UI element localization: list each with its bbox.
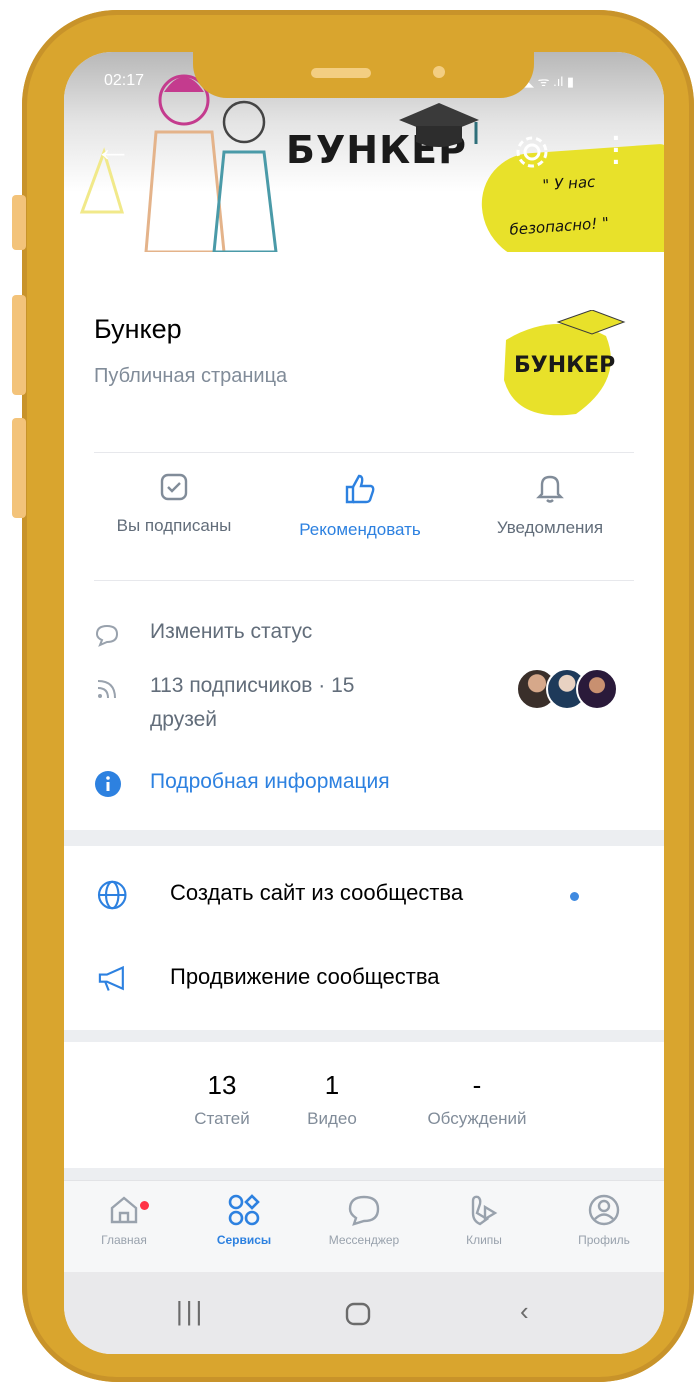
cover-slogan: " У нас безопасно! " bbox=[478, 143, 664, 267]
home-icon bbox=[110, 1196, 138, 1224]
checkbox-checked-icon bbox=[160, 473, 188, 501]
tab-profile-label: Профиль bbox=[578, 1233, 630, 1247]
logo-text: БУНКЕР bbox=[514, 353, 615, 378]
articles-count: 13 bbox=[207, 1070, 237, 1100]
tab-profile[interactable]: Профиль bbox=[544, 1193, 664, 1247]
graduation-cap-icon bbox=[399, 103, 479, 147]
divider bbox=[94, 580, 634, 581]
recommend-button[interactable]: Рекомендовать bbox=[270, 472, 450, 540]
tab-services[interactable]: Сервисы bbox=[184, 1193, 304, 1247]
home-button-icon[interactable] bbox=[344, 1302, 374, 1326]
change-status-row[interactable]: Изменить статус bbox=[94, 620, 494, 650]
slogan-line-1: " У нас bbox=[541, 172, 596, 195]
tab-messenger[interactable]: Мессенджер bbox=[304, 1193, 424, 1247]
promotion-label: Продвижение сообщества bbox=[170, 964, 440, 989]
videos-stat[interactable]: 1 Видео bbox=[290, 1070, 374, 1129]
settings-gear-icon[interactable] bbox=[512, 132, 552, 172]
status-time: 02:17 bbox=[104, 72, 145, 89]
clips-icon bbox=[471, 1195, 498, 1226]
articles-stat[interactable]: 13 Статей bbox=[176, 1070, 268, 1129]
articles-label: Статей bbox=[194, 1109, 250, 1128]
videos-label: Видео bbox=[307, 1109, 357, 1128]
rss-icon bbox=[97, 680, 116, 699]
videos-count: 1 bbox=[324, 1070, 340, 1100]
notifications-button[interactable]: Уведомления bbox=[460, 472, 640, 538]
speaker bbox=[311, 68, 371, 78]
tab-services-label: Сервисы bbox=[216, 1233, 272, 1247]
camera-notch bbox=[193, 52, 534, 98]
info-circle-icon bbox=[95, 771, 121, 797]
detailed-info-row[interactable]: Подробная информация bbox=[94, 770, 514, 800]
promotion-item[interactable]: Продвижение сообщества bbox=[94, 964, 574, 998]
tab-clips-label: Клипы bbox=[466, 1233, 502, 1247]
megaphone-icon bbox=[98, 965, 124, 991]
menu-card bbox=[64, 846, 664, 1030]
detailed-info-label: Подробная информация bbox=[150, 770, 390, 793]
page-type: Публичная страница bbox=[94, 365, 288, 387]
subscribed-button[interactable]: Вы подписаны bbox=[84, 472, 264, 536]
community-name: Бункер bbox=[94, 314, 182, 344]
recent-apps-icon[interactable]: ||| bbox=[176, 1296, 205, 1327]
discussions-count: - bbox=[472, 1070, 482, 1100]
notification-dot bbox=[140, 1201, 149, 1210]
friends-count: друзей bbox=[150, 708, 217, 731]
more-options-icon[interactable]: · · · bbox=[612, 124, 621, 176]
speech-bubble-icon bbox=[95, 624, 119, 647]
tab-home[interactable]: Главная bbox=[64, 1193, 184, 1247]
discussions-label: Обсуждений bbox=[427, 1109, 527, 1128]
create-site-label: Создать сайт из сообщества bbox=[170, 880, 464, 905]
globe-icon bbox=[97, 880, 127, 910]
front-camera bbox=[433, 66, 445, 78]
avatar bbox=[576, 668, 618, 710]
notifications-label: Уведомления bbox=[496, 518, 604, 537]
friends-avatars[interactable] bbox=[516, 668, 636, 710]
subscribed-label: Вы подписаны bbox=[116, 516, 232, 535]
back-button-icon[interactable]: ‹ bbox=[520, 1296, 529, 1327]
bottom-tab-bar: Главная Сервисы Мессенджер Клипы Профиль bbox=[64, 1180, 664, 1273]
discussions-stat[interactable]: - Обсуждений bbox=[402, 1070, 552, 1129]
recommend-label: Рекомендовать bbox=[299, 520, 421, 539]
side-button-2 bbox=[12, 295, 26, 395]
system-navigation-bar: ||| ‹ bbox=[64, 1272, 664, 1354]
services-grid-icon bbox=[228, 1194, 260, 1226]
followers-row[interactable]: 113 подписчиков · 15 друзей bbox=[94, 674, 494, 738]
slogan-line-2: безопасно! " bbox=[508, 213, 610, 239]
back-arrow-icon[interactable]: ← bbox=[94, 130, 132, 168]
side-button-3 bbox=[12, 418, 26, 518]
followers-count: 113 подписчиков · 15 bbox=[150, 674, 355, 697]
profile-icon bbox=[588, 1194, 620, 1226]
tab-home-label: Главная bbox=[101, 1233, 147, 1247]
message-bubble-icon bbox=[348, 1195, 380, 1226]
phone-screen: 02:17 ◣ ᯤ .ıl ▮ ← БУНКЕР " У нас безопас… bbox=[64, 52, 664, 1354]
bell-icon bbox=[536, 475, 564, 503]
tab-messenger-label: Мессенджер bbox=[328, 1233, 400, 1247]
thumbs-up-icon bbox=[345, 474, 375, 504]
change-status-label: Изменить статус bbox=[150, 620, 313, 643]
divider bbox=[94, 452, 634, 453]
create-site-item[interactable]: Создать сайт из сообщества bbox=[94, 880, 574, 914]
tab-clips[interactable]: Клипы bbox=[424, 1193, 544, 1247]
side-button-1 bbox=[12, 195, 26, 250]
new-indicator-dot bbox=[570, 892, 579, 901]
community-avatar-logo[interactable]: БУНКЕР bbox=[496, 310, 628, 422]
